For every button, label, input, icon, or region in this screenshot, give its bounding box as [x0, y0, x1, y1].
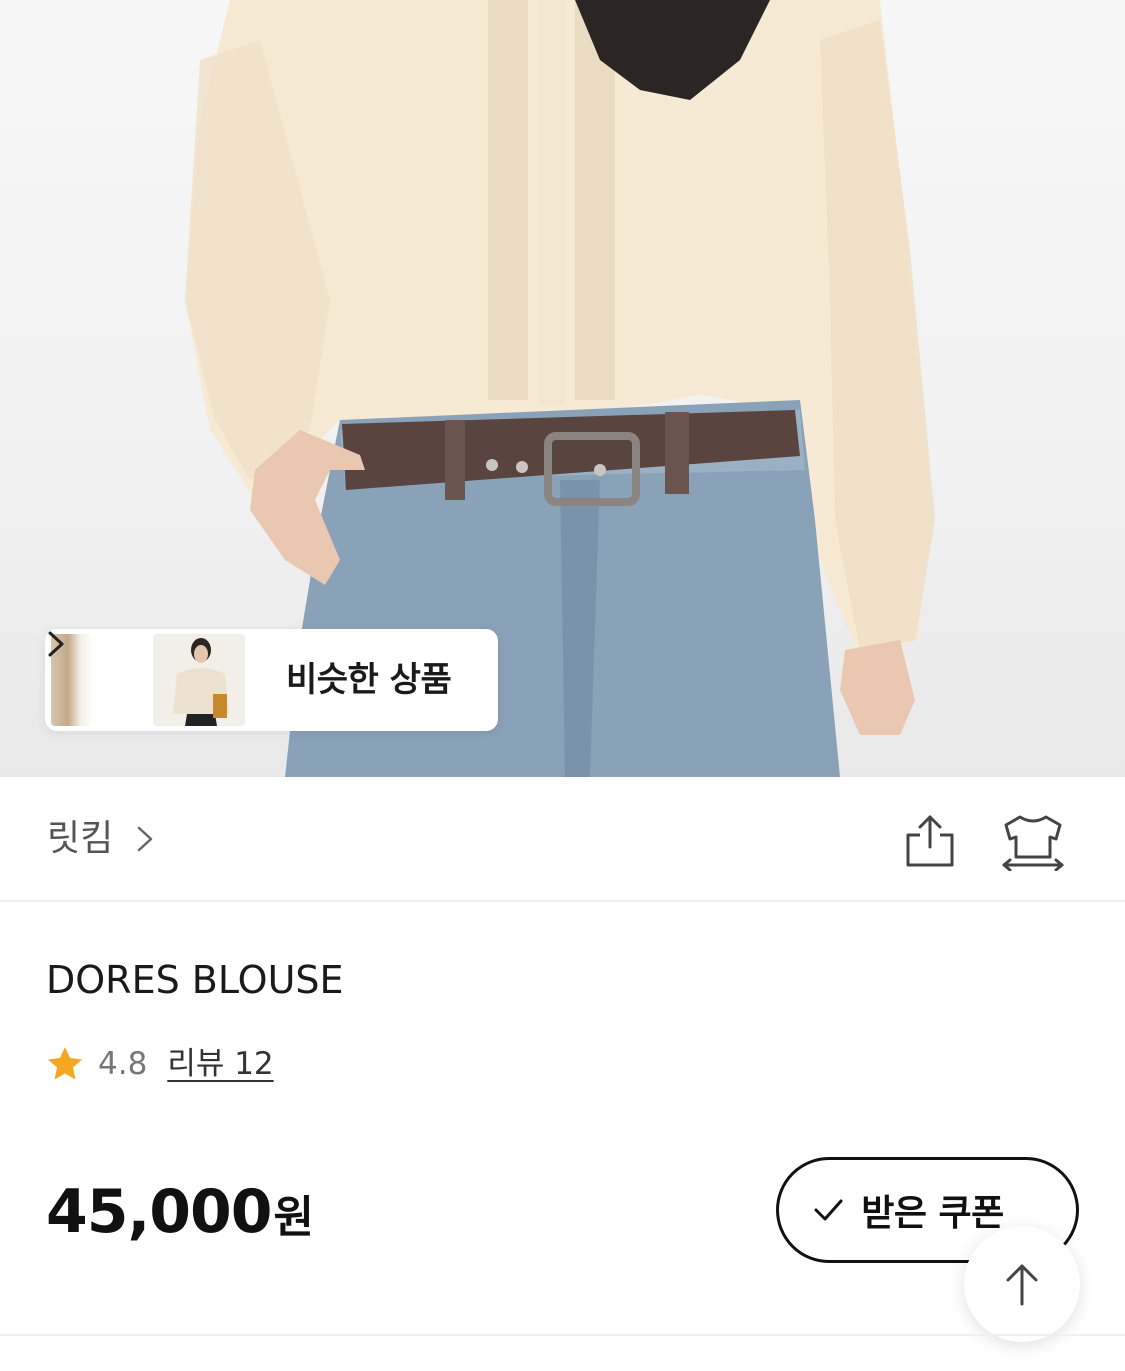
- brand-link[interactable]: 릿킴: [47, 817, 113, 861]
- chevron-right-icon: [48, 631, 64, 657]
- coupon-label: 받은 쿠폰: [861, 1193, 1004, 1234]
- similar-thumbnail: [153, 634, 245, 726]
- size-guide-icon[interactable]: [1000, 811, 1066, 871]
- rating-value: 4.8: [98, 1046, 148, 1082]
- share-icon[interactable]: [900, 811, 960, 871]
- product-title: DORES BLOUSE: [46, 958, 344, 1002]
- scroll-to-top-button[interactable]: [964, 1226, 1080, 1342]
- similar-products-button[interactable]: 비슷한 상품: [45, 629, 498, 731]
- product-image[interactable]: 비슷한 상품: [0, 0, 1125, 777]
- price-value: 45,000: [46, 1177, 273, 1247]
- check-icon: [814, 1199, 843, 1221]
- chevron-right-icon[interactable]: [134, 824, 156, 854]
- rating-row: 4.8 리뷰 12: [46, 1040, 274, 1088]
- price-unit: 원: [273, 1192, 314, 1243]
- product-detail-page: 비슷한 상품 릿킴 DORES BLOUSE 4.8 리뷰 12 45,000원…: [0, 0, 1125, 1371]
- divider: [0, 1334, 1125, 1336]
- star-icon: [48, 1047, 82, 1080]
- similar-thumbnail-photo: [153, 634, 245, 726]
- price: 45,000원: [46, 1176, 314, 1254]
- similar-products-label: 비슷한 상품: [286, 660, 452, 700]
- arrow-up-icon: [1006, 1264, 1038, 1306]
- brand-bar: 릿킴: [0, 777, 1125, 902]
- review-link[interactable]: 리뷰 12: [167, 1040, 273, 1088]
